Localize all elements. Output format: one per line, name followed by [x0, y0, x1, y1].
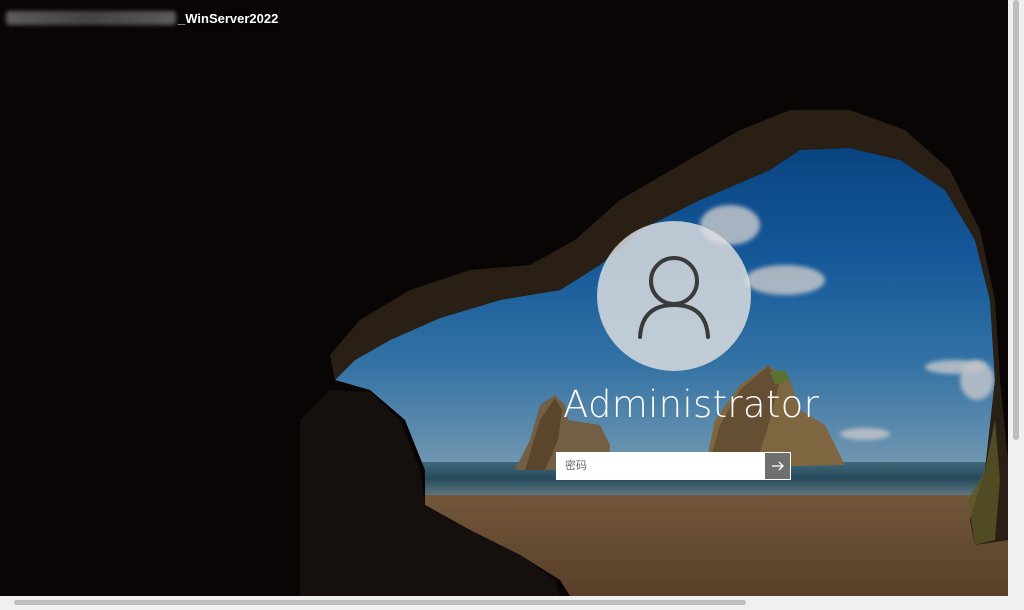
remote-desktop-viewport: _WinServer2022 Administrator — [0, 0, 1008, 596]
redacted-host-name — [6, 11, 176, 25]
horizontal-scrollbar[interactable] — [0, 596, 1008, 610]
window-title: _WinServer2022 — [6, 8, 278, 28]
password-field-container — [556, 452, 791, 480]
lock-screen-background — [0, 0, 1008, 596]
scrollbar-corner — [1008, 596, 1024, 610]
arrow-right-icon — [771, 461, 784, 471]
submit-button[interactable] — [764, 453, 790, 479]
horizontal-scroll-thumb[interactable] — [14, 600, 746, 605]
dim-overlay — [0, 0, 1008, 596]
user-icon — [638, 256, 710, 339]
username-label: Administrator — [563, 383, 820, 426]
vertical-scroll-thumb[interactable] — [1013, 0, 1019, 440]
password-input[interactable] — [557, 453, 764, 479]
window-title-text: _WinServer2022 — [178, 10, 279, 26]
vertical-scrollbar[interactable] — [1008, 0, 1024, 596]
user-avatar — [597, 221, 751, 371]
